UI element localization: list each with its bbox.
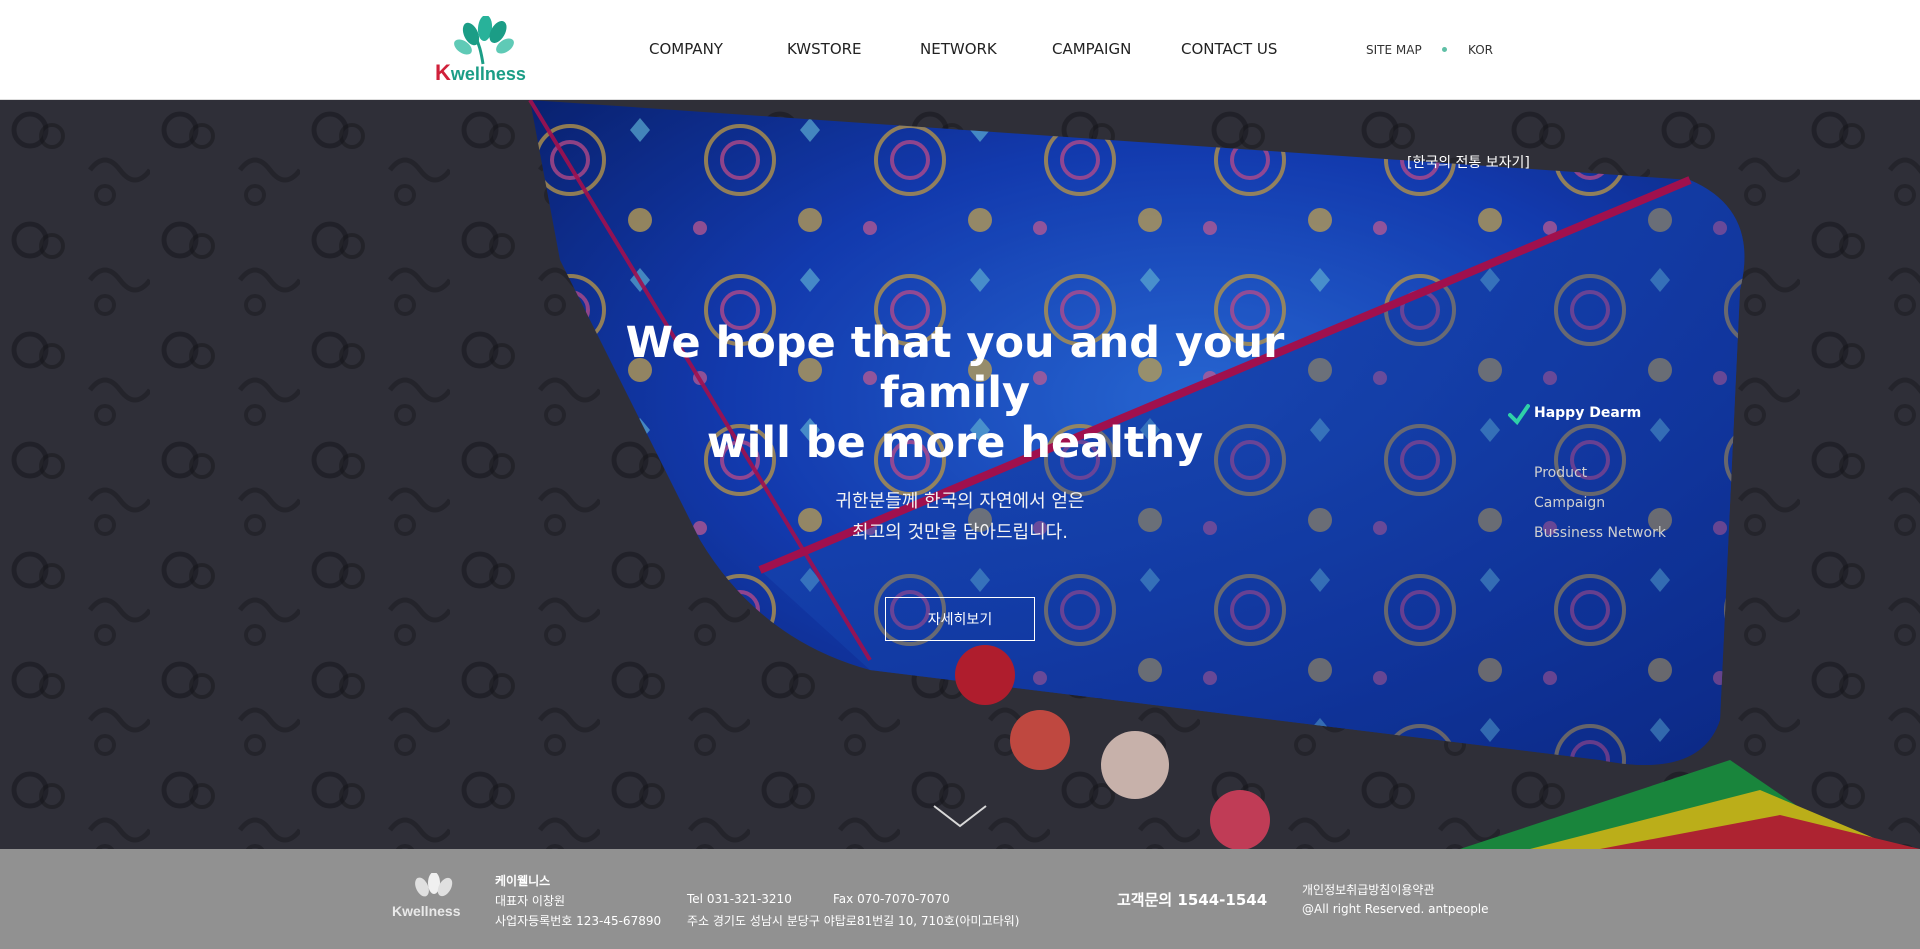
nav-kwstore[interactable]: KWSTORE [787,40,862,58]
headline-line-1: We hope that you and your family [625,318,1285,418]
hero-headline: We hope that you and your family will be… [560,318,1350,468]
korean-tradition-link[interactable]: [한국의 전통 보자기] [1407,152,1530,172]
footer-tel: Tel 031-321-3210 [687,892,792,906]
language-link[interactable]: KOR [1468,43,1493,57]
side-menu-business-network[interactable]: Bussiness Network [1534,525,1666,541]
footer-address: 주소 경기도 성남시 분당구 야탑로81번길 10, 710호(아미고타워) [687,914,1020,928]
subtext-line-2: 최고의 것만을 담아드립니다. [852,522,1068,543]
scroll-down-icon[interactable] [930,800,990,830]
view-more-button[interactable]: 자세히보기 [885,597,1035,641]
leaf-logo-icon [454,15,514,65]
hero-overlay [0,100,1920,849]
separator-dot [1442,47,1447,52]
site-footer: Kwellness 케이웰니스 대표자 이창원 사업자등록번호 123-45-6… [0,849,1920,949]
brand-logo[interactable]: Kwellness [435,15,535,85]
sitemap-link[interactable]: SITE MAP [1366,43,1422,57]
nav-company[interactable]: COMPANY [649,40,723,58]
check-icon [1508,404,1530,425]
footer-company-name: 케이웰니스 [495,874,551,888]
nav-contact-us[interactable]: CONTACT US [1181,40,1277,58]
footer-business-no: 사업자등록번호 123-45-67890 [495,914,662,928]
customer-center: 고객문의 1544-1544 [1117,891,1268,909]
side-menu-campaign[interactable]: Campaign [1534,495,1605,511]
nav-campaign[interactable]: CAMPAIGN [1052,40,1131,58]
subtext-line-1: 귀한분들께 한국의 자연에서 얻은 [835,491,1085,512]
nav-network[interactable]: NETWORK [920,40,997,58]
footer-logo-text: Kwellness [392,903,461,919]
site-header: Kwellness COMPANY KWSTORE NETWORK CAMPAI… [0,0,1920,100]
footer-fax: Fax 070-7070-7070 [833,892,950,906]
headline-line-2: will be more healthy [706,418,1204,468]
logo-text: Kwellness [435,60,526,85]
copyright: @All right Reserved. antpeople [1302,902,1489,916]
footer-logo: Kwellness [392,872,472,925]
side-menu-title: Happy Dearm [1534,405,1642,421]
footer-ceo: 대표자 이창원 [495,894,566,908]
side-menu-product[interactable]: Product [1534,465,1587,481]
hero-subtext: 귀한분들께 한국의 자연에서 얻은 최고의 것만을 담아드립니다. [760,486,1160,548]
hero-banner: [한국의 전통 보자기] We hope that you and your f… [0,100,1920,849]
privacy-terms-link[interactable]: 개인정보취급방침이용약관 [1302,881,1434,898]
